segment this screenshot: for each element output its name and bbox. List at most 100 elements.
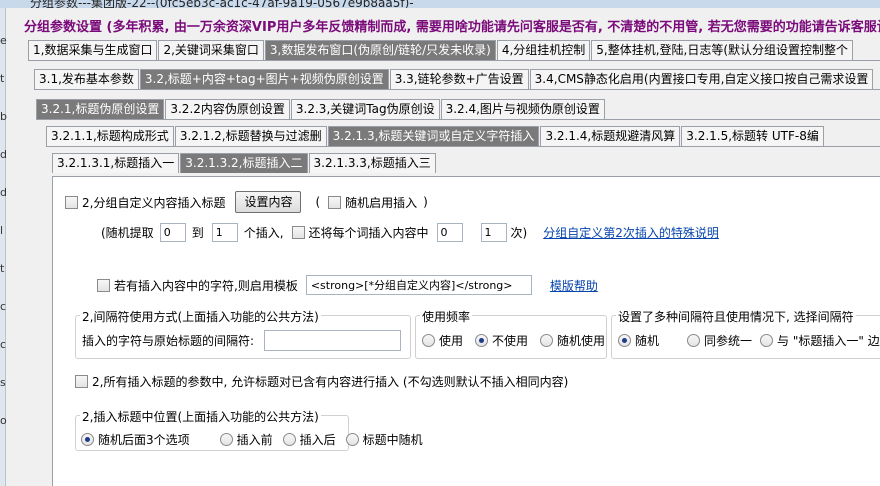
paren-close: ): [423, 195, 428, 209]
allow-insert-checkbox[interactable]: [75, 375, 88, 388]
per-insert-label: 个插入,: [243, 226, 284, 240]
random-extract-row: (随机提取 到 个插入, 还将每个词插入内容中 次) 分组自定义第2次插入的特殊…: [101, 223, 719, 242]
pos-before-radio[interactable]: [219, 433, 233, 446]
separator-input-label: 插入的字符与原始标题的间隔符:: [82, 334, 255, 348]
range-to-label: 到: [191, 226, 204, 240]
tabbar-level4: 3.2.1.1,标题构成形式 3.2.1.2,标题替换与过滤删 3.2.1.3,…: [46, 126, 825, 146]
multi-with-insert1-radio[interactable]: [760, 334, 774, 347]
pos-random-radio[interactable]: [81, 433, 94, 446]
frequency-options: 使用 不使用 随机使用: [422, 332, 605, 349]
freq-random-radio[interactable]: [540, 334, 554, 347]
left-strip-label: t: [0, 262, 5, 275]
separator-input[interactable]: [264, 330, 402, 351]
random-enable-label: 随机启用插入: [345, 195, 418, 210]
multi-random-label: 随机: [635, 334, 660, 348]
template-row: 若有插入内容中的字符,则启用模板 模版帮助: [97, 275, 598, 295]
multi-separator-group: 设置了多种间隔符且使用情况下, 选择间隔符 随机 同参统一 与 "标题插入一" …: [611, 308, 880, 359]
separator-row: 插入的字符与原始标题的间隔符:: [82, 330, 402, 351]
tabbar-level3-line: [36, 119, 880, 120]
window-title: 分组参数---集团版-22--(0fc5eb3c-ac1c-47af-9a19-…: [30, 0, 414, 8]
multi-same-label: 同参统一: [704, 334, 753, 348]
custom-insert-checkbox[interactable]: [65, 195, 78, 209]
frequency-group-title: 使用频率: [420, 308, 473, 325]
tabbar-level1-line: [28, 60, 880, 61]
content-panel: 2,分组自定义内容插入标题 设置内容 ( 随机启用插入 ) (随机提取 到 个插…: [52, 176, 880, 486]
times-to-input[interactable]: [480, 223, 507, 242]
freq-use-radio[interactable]: [422, 334, 435, 347]
left-strip-label: b: [0, 110, 7, 123]
tab-link-ad[interactable]: 3.3,链轮参数+广告设置: [389, 69, 529, 89]
tab-content-pseudo[interactable]: 3.2.2内容伪原创设置: [165, 99, 290, 119]
tab-title-pseudo[interactable]: 3.2.1,标题伪原创设置: [36, 99, 165, 119]
left-strip-label: s: [0, 376, 6, 389]
tab-title-replace[interactable]: 3.2.1.2,标题替换与过滤删: [174, 126, 327, 146]
set-content-button[interactable]: 设置内容: [235, 191, 302, 213]
freq-random-label: 随机使用: [557, 334, 606, 348]
tab-image-video-pseudo[interactable]: 3.2.4,图片与视频伪原创设置: [440, 99, 605, 119]
tabbar-level2-line: [34, 89, 880, 90]
left-background-strip: e t b d d l t c c s o: [0, 8, 7, 486]
multi-separator-group-title: 设置了多种间隔符且使用情况下, 选择间隔符: [616, 308, 856, 325]
tab-title-insert-2[interactable]: 3.2.1.3.2,标题插入二: [180, 153, 308, 173]
multi-random-radio[interactable]: [618, 334, 631, 347]
frequency-group: 使用频率 使用 不使用 随机使用: [415, 308, 607, 359]
tab-group-hang[interactable]: 4,分组挂机控制: [496, 40, 591, 60]
tabbar-level5: 3.2.1.3.1,标题插入一 3.2.1.3.2,标题插入二 3.2.1.3.…: [52, 153, 437, 173]
freq-use-label: 使用: [439, 334, 464, 348]
tab-title-utf8[interactable]: 3.2.1.5,标题转 UTF-8编: [681, 126, 824, 146]
pos-after-label: 插入后: [299, 433, 336, 447]
tab-data-collect[interactable]: 1,数据采集与生成窗口: [28, 40, 158, 60]
pos-before-label: 插入前: [236, 433, 273, 447]
left-strip-label: c: [0, 338, 7, 351]
tab-publish-basic[interactable]: 3.1,发布基本参数: [34, 69, 139, 89]
tab-title-insert-1[interactable]: 3.2.1.3.1,标题插入一: [52, 153, 180, 173]
left-strip-label: d: [0, 186, 7, 199]
pos-middle-label: 标题中随机: [362, 433, 423, 447]
tabbar-level3: 3.2.1,标题伪原创设置 3.2.2内容伪原创设置 3.2.3,关键词Tag伪…: [36, 99, 606, 119]
template-checkbox[interactable]: [97, 278, 110, 292]
special-note-link[interactable]: 分组自定义第2次插入的特殊说明: [543, 224, 719, 241]
range-from-input[interactable]: [159, 223, 186, 242]
times-label: 次): [510, 226, 528, 240]
template-help-link[interactable]: 模版帮助: [550, 277, 598, 294]
pos-after-radio[interactable]: [282, 433, 296, 446]
tab-keyword-collect[interactable]: 2,关键词采集窗口: [158, 40, 264, 60]
also-each-word-label: 还将每个词插入内容中: [308, 226, 429, 240]
left-strip-label: t: [0, 72, 5, 85]
tab-title-content-pseudo[interactable]: 3.2,标题+内容+tag+图片+视频伪原创设置: [139, 69, 389, 89]
paren-open: (: [315, 195, 321, 209]
freq-not-use-radio[interactable]: [475, 334, 489, 347]
random-enable-checkbox[interactable]: [328, 195, 342, 209]
tab-overall-hang[interactable]: 5,整体挂机,登陆,日志等(默认分组设置控制整个: [591, 40, 854, 60]
left-strip-label: d: [0, 148, 7, 161]
template-input[interactable]: [305, 275, 532, 295]
tab-cms-static[interactable]: 3.4,CMS静态化启用(内置接口专用,自定义接口按自己需求设置: [529, 69, 874, 89]
also-each-word-checkbox[interactable]: [291, 226, 305, 239]
tab-keyword-tag-pseudo[interactable]: 3.2.3,关键词Tag伪原创设: [290, 99, 440, 119]
tab-title-form[interactable]: 3.2.1.1,标题构成形式: [46, 126, 174, 146]
tab-title-insert-3[interactable]: 3.2.1.3.3,标题插入三: [308, 153, 436, 173]
tabbar-level4-line: [46, 146, 880, 147]
multi-with-insert1-label: 与 "标题插入一" 边: [777, 334, 880, 348]
allow-insert-label: 2,所有插入标题的参数中, 允许标题对已含有内容进行插入 (不勾选则默认不插入相…: [92, 375, 569, 389]
window-title-bar: 分组参数---集团版-22--(0fc5eb3c-ac1c-47af-9a19-…: [0, 0, 880, 8]
left-strip-label: e: [0, 34, 7, 47]
left-strip-label: o: [0, 414, 7, 427]
position-options: 随机后面3个选项 插入前 插入后 标题中随机: [81, 431, 423, 448]
tab-data-publish[interactable]: 3,数据发布窗口(伪原创/链轮/只发未收录): [264, 40, 496, 60]
times-from-input[interactable]: [436, 223, 463, 242]
allow-insert-row: 2,所有插入标题的参数中, 允许标题对已含有内容进行插入 (不勾选则默认不插入相…: [75, 373, 568, 390]
multi-same-radio[interactable]: [687, 334, 701, 347]
tab-title-insert[interactable]: 3.2.1.3,标题关键词或自定义字符插入: [327, 126, 540, 146]
custom-insert-row: 2,分组自定义内容插入标题 设置内容 ( 随机启用插入 ): [65, 191, 428, 213]
separator-group: 2,间隔符使用方式(上面插入功能的公共方法) 插入的字符与原始标题的间隔符:: [75, 308, 411, 359]
left-strip-label: c: [0, 300, 7, 313]
random-extract-label: (随机提取: [101, 226, 154, 240]
tab-title-avoid[interactable]: 3.2.1.4,标题规避清风算: [540, 126, 681, 146]
pos-middle-radio[interactable]: [345, 433, 359, 446]
pos-random-label: 随机后面3个选项: [98, 433, 190, 447]
tabbar-level2: 3.1,发布基本参数 3.2,标题+内容+tag+图片+视频伪原创设置 3.3,…: [34, 69, 874, 89]
freq-not-use-label: 不使用: [492, 334, 529, 348]
range-to-input[interactable]: [211, 223, 238, 242]
custom-insert-label: 2,分组自定义内容插入标题: [82, 195, 226, 210]
